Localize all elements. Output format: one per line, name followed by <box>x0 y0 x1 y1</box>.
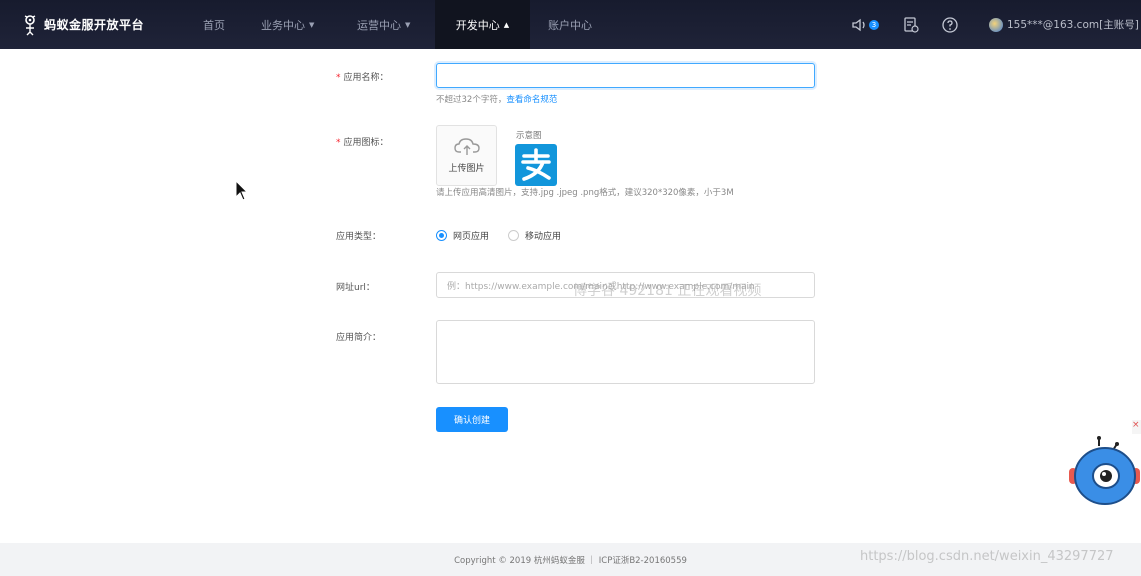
nav-label: 开发中心 <box>455 18 500 32</box>
nav-label: 首页 <box>203 18 225 32</box>
radio-unchecked-icon <box>508 230 519 241</box>
nav-account-center[interactable]: 账户中心 <box>548 0 592 49</box>
nav-label: 账户中心 <box>548 18 592 32</box>
radio-label: 网页应用 <box>453 232 490 242</box>
avatar <box>989 17 1003 32</box>
sample-label: 示意图 <box>516 131 542 141</box>
intro-label: 应用简介： <box>336 333 382 343</box>
app-name-hint: 不超过32个字符，查看命名规范 <box>436 93 557 105</box>
speaker-icon[interactable] <box>851 16 869 34</box>
app-name-label: * 应用名称： <box>336 70 389 83</box>
close-icon[interactable]: × <box>1132 420 1141 434</box>
label-text: 应用图标： <box>343 138 389 148</box>
caret-down-icon: ▼ <box>309 20 315 29</box>
cloud-upload-icon <box>453 138 480 155</box>
alipay-sample-icon <box>515 144 557 186</box>
app-icon-hint: 请上传应用高清图片，支持.jpg .jpeg .png格式，建议320*320像… <box>436 188 734 198</box>
ant-logo-icon <box>24 14 36 35</box>
mouse-cursor-icon <box>235 180 249 201</box>
required-mark: * <box>336 73 341 83</box>
nav-developer-center[interactable]: 开发中心 ▲ <box>435 0 530 49</box>
url-label: 网址url： <box>336 283 375 293</box>
robot-assistant-icon[interactable] <box>1066 436 1141 506</box>
user-account-menu[interactable]: 155***@163.com[主账号] <box>989 17 1139 32</box>
app-type-label: 应用类型： <box>336 232 382 242</box>
upload-image-button[interactable]: 上传图片 <box>436 125 497 186</box>
brand-name: 蚂蚁金服开放平台 <box>44 18 145 32</box>
nav-label: 业务中心 <box>261 18 305 32</box>
upload-text: 上传图片 <box>448 164 485 174</box>
nav-label: 运营中心 <box>357 18 401 32</box>
notification-badge: 3 <box>869 20 879 30</box>
user-name: 155***@163.com[主账号] <box>1007 19 1139 31</box>
radio-mobile-app[interactable]: 移动应用 <box>508 229 561 242</box>
footer-text: Copyright © 2019 杭州蚂蚁金服 ｜ ICP证浙B2-201605… <box>454 555 687 566</box>
intro-textarea[interactable] <box>436 320 815 384</box>
video-watermark: 博学谷 492181 正在观看视频 <box>573 283 762 299</box>
brand[interactable]: 蚂蚁金服开放平台 <box>22 0 144 49</box>
help-icon[interactable] <box>941 16 959 34</box>
document-icon[interactable] <box>902 16 920 34</box>
blog-watermark: https://blog.csdn.net/weixin_43297727 <box>860 549 1114 564</box>
radio-checked-icon <box>436 230 447 241</box>
nav-operations-center[interactable]: 运营中心 ▼ <box>357 0 410 49</box>
app-name-input[interactable] <box>436 63 815 88</box>
nav-home[interactable]: 首页 <box>203 0 225 49</box>
radio-web-app[interactable]: 网页应用 <box>436 229 489 242</box>
caret-up-icon: ▲ <box>503 20 510 29</box>
radio-label: 移动应用 <box>525 232 562 242</box>
confirm-create-button[interactable]: 确认创建 <box>436 407 508 432</box>
required-mark: * <box>336 138 341 148</box>
nav-business-center[interactable]: 业务中心 ▼ <box>261 0 314 49</box>
top-navigation-bar: 蚂蚁金服开放平台 首页 业务中心 ▼ 运营中心 ▼ 开发中心▲ 账户中心 3 <box>0 0 1141 49</box>
app-icon-label: * 应用图标： <box>336 135 389 148</box>
label-text: 应用名称： <box>343 73 389 83</box>
hint-text: 不超过32个字符， <box>436 95 507 105</box>
naming-rules-link[interactable]: 查看命名规范 <box>506 95 557 105</box>
caret-down-icon: ▼ <box>405 20 411 29</box>
